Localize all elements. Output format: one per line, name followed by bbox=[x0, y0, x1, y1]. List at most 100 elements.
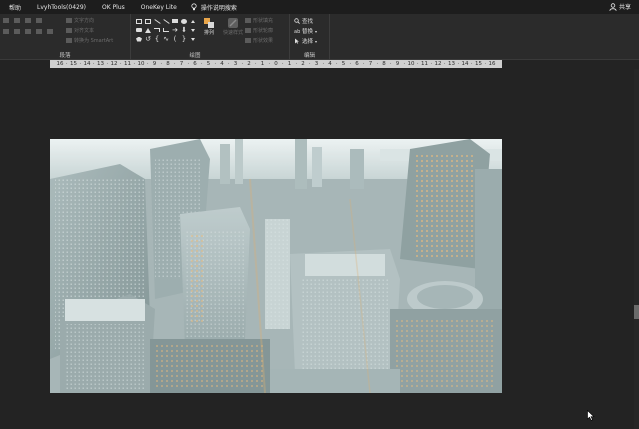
ruler-tick-label: 12 bbox=[434, 61, 442, 67]
vertical-textbox-shape-icon[interactable] bbox=[144, 17, 152, 25]
oval-shape-icon[interactable] bbox=[180, 17, 188, 25]
drawing-group-label: 绘图 bbox=[189, 53, 201, 59]
brace-right-shape-icon[interactable]: } bbox=[180, 35, 188, 43]
ruler-minor-tick: · bbox=[349, 61, 352, 67]
horizontal-ruler[interactable]: 16 · 15 · 14 · 13 · 12 · 11 · 10 · 9 · 8 · 7 · 6 · 5 · 4 · 3 · 2 · 1 · 0… bbox=[50, 60, 502, 68]
ruler-minor-tick: · bbox=[65, 61, 68, 67]
ruler-minor-tick: · bbox=[376, 61, 379, 67]
menu-onekey-lite[interactable]: OneKey Lite bbox=[133, 4, 185, 11]
text-direction-button[interactable]: 文字方向 bbox=[66, 17, 113, 24]
replace-button[interactable]: ab 替换 ▾ bbox=[294, 27, 318, 36]
shape-effects-button[interactable]: 形状效果 bbox=[245, 37, 273, 44]
ruler-minor-tick: · bbox=[214, 61, 217, 67]
select-button[interactable]: 选择 ▾ bbox=[294, 37, 317, 45]
textbox-shape-icon[interactable] bbox=[135, 17, 143, 25]
vertical-scrollbar[interactable] bbox=[634, 69, 639, 429]
ruler-tick-label: 15 bbox=[70, 61, 77, 67]
triangle-shape-icon[interactable] bbox=[144, 26, 152, 34]
ruler-tick-label: 13 bbox=[448, 61, 455, 67]
increase-indent-icon[interactable] bbox=[36, 18, 42, 23]
ruler-tick-label: 2 bbox=[301, 61, 305, 67]
lightbulb-icon bbox=[191, 3, 197, 11]
ruler-minor-tick: · bbox=[254, 61, 257, 67]
select-label: 选择 bbox=[302, 39, 314, 45]
arrange-button[interactable]: 排列 bbox=[203, 17, 215, 36]
ruler-tick-label: 12 bbox=[110, 61, 118, 67]
scroll-up-icon[interactable] bbox=[189, 17, 197, 25]
menu-help[interactable]: 帮助 bbox=[0, 3, 29, 12]
ruler-tick-label: 3 bbox=[314, 61, 319, 67]
shape-outline-button[interactable]: 形状轮廓 bbox=[245, 27, 273, 34]
ruler-tick-label: 4 bbox=[220, 61, 224, 67]
share-button[interactable]: 共享 bbox=[609, 2, 631, 11]
ruler-tick-label: 8 bbox=[382, 61, 386, 67]
find-button[interactable]: 查找 bbox=[294, 17, 317, 25]
ruler-minor-tick: · bbox=[268, 61, 271, 67]
quick-styles-label: 快速样式 bbox=[223, 30, 244, 36]
ruler-minor-tick: · bbox=[160, 61, 163, 67]
slide-city-photo[interactable] bbox=[50, 139, 502, 393]
wave-shape-icon[interactable]: ∿ bbox=[162, 35, 170, 43]
editing-group: 查找 ab 替换 ▾ 选择 ▾ 编辑 bbox=[290, 14, 330, 60]
quick-styles-icon bbox=[228, 18, 238, 28]
line-shape-icon[interactable] bbox=[153, 17, 161, 25]
tell-me-label: 操作说明搜索 bbox=[200, 4, 237, 12]
right-arrow-shape-icon[interactable]: ➔ bbox=[171, 26, 179, 34]
menu-ok-plus[interactable]: OK Plus bbox=[94, 4, 133, 11]
tell-me-search[interactable]: 操作说明搜索 bbox=[185, 3, 237, 12]
scroll-down-icon[interactable] bbox=[189, 26, 197, 34]
connector-shape-icon[interactable] bbox=[153, 26, 161, 34]
find-label: 查找 bbox=[302, 19, 314, 25]
justify-icon[interactable] bbox=[36, 29, 42, 34]
pentagon-shape-icon[interactable] bbox=[135, 35, 143, 43]
paragraph-group-label: 段落 bbox=[59, 53, 71, 59]
ruler-minor-tick: · bbox=[133, 61, 136, 67]
ruler-tick-label: 6 bbox=[193, 61, 197, 67]
share-label: 共享 bbox=[618, 4, 631, 11]
decrease-indent-icon[interactable] bbox=[25, 18, 31, 23]
ruler-minor-tick: · bbox=[403, 61, 406, 67]
convert-smartart-button[interactable]: 转换为 SmartArt bbox=[66, 37, 113, 44]
rounded-rect-shape-icon[interactable] bbox=[135, 26, 143, 34]
ruler-minor-tick: · bbox=[389, 61, 392, 67]
align-left-icon[interactable] bbox=[3, 29, 9, 34]
ruler-tick-label: 14 bbox=[83, 61, 91, 67]
align-text-button[interactable]: 对齐文本 bbox=[66, 27, 113, 34]
ruler-minor-tick: · bbox=[146, 61, 149, 67]
shape-fill-button[interactable]: 形状填充 bbox=[245, 17, 273, 24]
cursor-select-icon bbox=[295, 38, 299, 44]
ruler-tick-label: 7 bbox=[179, 61, 184, 67]
paren-shape-icon[interactable]: ( bbox=[171, 35, 179, 43]
arrange-label: 排列 bbox=[203, 30, 214, 36]
ruler-minor-tick: · bbox=[322, 61, 325, 67]
ruler-tick-label: 16 bbox=[56, 61, 64, 67]
connector2-shape-icon[interactable] bbox=[162, 26, 170, 34]
columns-icon[interactable] bbox=[47, 29, 53, 34]
ruler-tick-label: 9 bbox=[395, 61, 400, 67]
ruler-tick-label: 11 bbox=[421, 61, 428, 67]
numbering-icon[interactable] bbox=[14, 18, 20, 23]
paragraph-group: 文字方向 对齐文本 转换为 SmartArt 段落 bbox=[0, 14, 131, 60]
quick-styles-button[interactable]: 快速样式 bbox=[223, 17, 243, 36]
shapes-gallery[interactable]: ➔ ⬇ ↺ { ∿ ( } bbox=[135, 17, 197, 43]
align-center-icon[interactable] bbox=[14, 29, 20, 34]
align-right-icon[interactable] bbox=[25, 29, 31, 34]
ruler-tick-label: 9 bbox=[152, 61, 157, 67]
drawing-group: ➔ ⬇ ↺ { ∿ ( } 排列 快速样式 形状填充 形状轮廓 形状效果 绘图 bbox=[131, 14, 290, 60]
menu-lvyhtools[interactable]: LvyhTools(0429) bbox=[29, 4, 94, 11]
ruler-minor-tick: · bbox=[200, 61, 203, 67]
rectangle-shape-icon[interactable] bbox=[171, 17, 179, 25]
line2-shape-icon[interactable] bbox=[162, 17, 170, 25]
down-arrow-shape-icon[interactable]: ⬇ bbox=[180, 26, 188, 34]
scrollbar-thumb[interactable] bbox=[634, 305, 639, 319]
more-shapes-icon[interactable] bbox=[189, 35, 197, 43]
ruler-tick-label: 8 bbox=[166, 61, 170, 67]
person-icon bbox=[609, 2, 617, 11]
ruler-tick-label: 14 bbox=[461, 61, 469, 67]
ruler-tick-label: 13 bbox=[97, 61, 104, 67]
ruler-tick-label: 10 bbox=[137, 61, 145, 67]
bullets-icon[interactable] bbox=[3, 18, 9, 23]
replace-dropdown-icon: ▾ bbox=[315, 28, 318, 34]
brace-left-shape-icon[interactable]: { bbox=[153, 35, 161, 43]
curved-arrow-shape-icon[interactable]: ↺ bbox=[144, 35, 152, 43]
